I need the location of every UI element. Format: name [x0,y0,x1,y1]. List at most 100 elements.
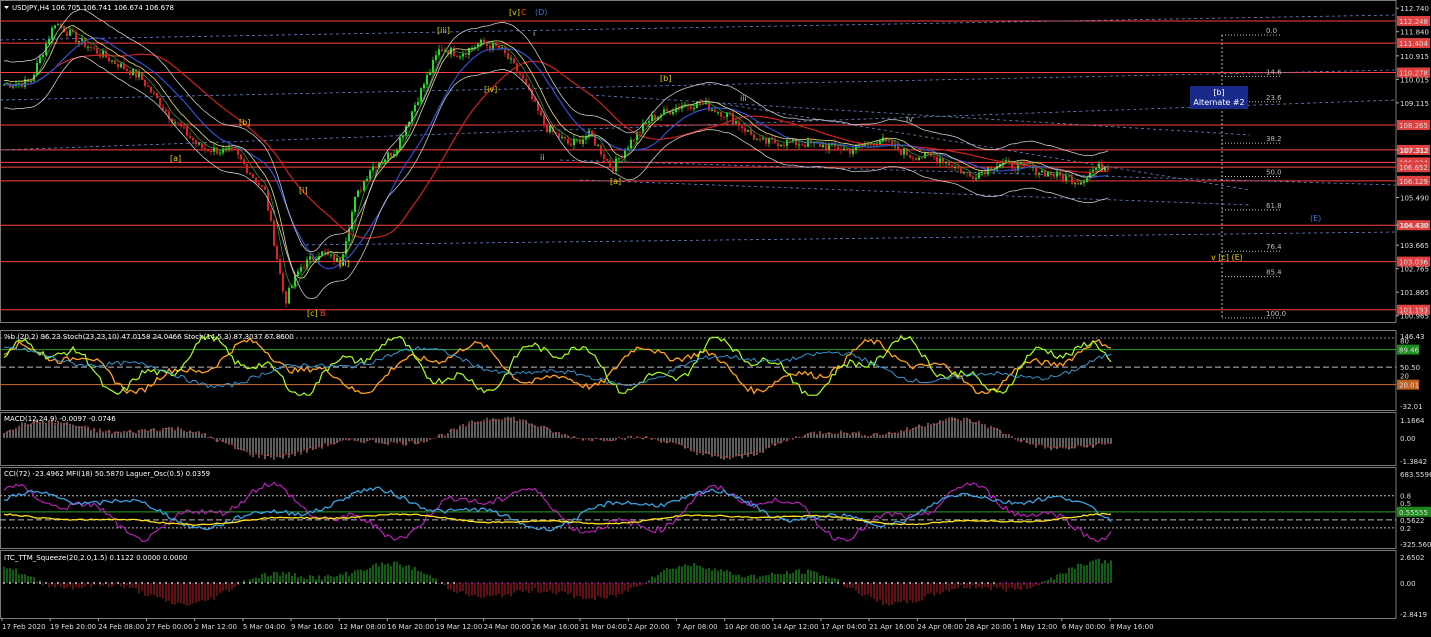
squeeze-dot [645,582,647,584]
time-axis-label: 8 May 16:00 [1110,623,1154,631]
squeeze-dot [423,582,425,584]
elliott-wave-label: [iii] [437,26,450,35]
ttm-squeeze-pane[interactable]: ITC_TTM_Squeeze(20,2.0,1.5) 0.1122 0.000… [0,550,1428,620]
squeeze-dot [909,582,911,584]
chart-canvas[interactable]: USDJPY,H4 106.705 106.741 106.674 106.67… [0,0,1431,633]
percent-b-line[interactable] [3,345,1112,389]
trend-channel-line[interactable] [579,179,1251,206]
squeeze-dot [339,582,341,584]
cci-pane[interactable]: CCI(72) -23.4962 MFI(18) 50.5870 Laguer_… [0,467,1431,550]
candle-body [486,43,488,46]
candle-body [579,139,581,144]
candle-body [156,93,158,98]
macd-pane[interactable]: MACD(12,24,9) -0.0097 -0.0746 1.1664 0.00 -… [0,412,1428,467]
elliott-wave-label: B [320,309,326,318]
moving-average-slow[interactable] [3,53,1108,239]
squeeze-dot [81,582,83,584]
squeeze-dot [129,582,131,584]
candle-body [144,80,146,87]
candle-body [345,241,347,255]
price-axis-label: 102.765 [1400,266,1429,274]
squeeze-dot [837,582,839,584]
squeeze-dot [159,582,161,584]
candle-body [360,190,362,192]
squeeze-dot [99,582,101,584]
squeeze-dot [21,582,23,584]
stochastic-fast-line[interactable] [3,334,1112,396]
candle-body [174,122,176,124]
candle-body [738,121,740,127]
fibonacci-level-label: 100.0 [1266,310,1286,318]
trend-channel-line[interactable] [0,69,1397,101]
squeeze-dot [579,582,581,584]
candle-body [672,111,674,114]
candle-body [246,164,248,173]
candle-body [279,259,281,274]
time-axis-label: 14 Apr 12:00 [773,623,819,631]
macd-axis-label: 1.1664 [1400,417,1425,425]
squeeze-dot [1023,582,1025,584]
symbol-label: USDJPY,H4 106.705 106.741 106.674 106.67… [12,4,174,12]
price-pane[interactable]: USDJPY,H4 106.705 106.741 106.674 106.67… [0,0,1430,323]
collapse-icon[interactable] [4,6,9,9]
trading-chart-window[interactable]: USDJPY,H4 106.705 106.741 106.674 106.67… [0,0,1431,633]
squeeze-dot [903,582,905,584]
candle-body [78,40,80,43]
squeeze-dot [231,582,233,584]
squeeze-dot [717,582,719,584]
cci-axis-label: 0.5622 [1400,517,1425,525]
time-axis-label: 12 Mar 08:00 [339,623,386,631]
candle-body [255,177,257,183]
price-axis-label: 105.490 [1400,195,1429,203]
trend-channel-line[interactable] [299,231,1397,246]
candle-body [93,47,95,49]
squeeze-dot [1053,582,1055,584]
candle-body [390,152,392,157]
candle-body [69,30,71,36]
stoch-axis-label: 80 [1400,338,1409,346]
price-axis-label: 109.115 [1400,100,1429,108]
squeeze-dot [765,582,767,584]
pane-frame [0,0,1397,323]
trend-channel-line[interactable] [699,99,1251,191]
candle-body [117,63,119,68]
squeeze-dot [867,582,869,584]
candle-body [1053,175,1055,177]
candle-body [648,121,650,123]
squeeze-dot [921,582,923,584]
stochastic-pane[interactable]: %b (20,2) 96.23 Stoch(23,23,10) 47.0158 … [0,330,1425,412]
time-axis-label: 27 Feb 00:00 [147,623,193,631]
time-axis-label: 16 Mar 20:00 [387,623,434,631]
candle-body [567,138,569,144]
candle-body [87,46,89,48]
candle-body [1020,162,1022,164]
candle-body [237,149,239,155]
candle-body [534,99,536,102]
time-axis-label: 28 Apr 20:00 [965,623,1011,631]
squeeze-dot [639,582,641,584]
squeeze-dot [387,582,389,584]
ttm-axis-label: 0.00 [1400,580,1416,588]
candle-body [978,172,980,179]
bollinger-upper[interactable] [3,8,1109,252]
squeeze-dot [987,582,989,584]
squeeze-dot [471,582,473,584]
trend-channel-line[interactable] [0,14,1397,41]
macd-signal-line[interactable] [3,418,1112,459]
squeeze-dot [273,582,275,584]
squeeze-dot [225,582,227,584]
candle-body [1095,168,1097,170]
time-axis-label: 24 Feb 08:00 [98,623,144,631]
bollinger-lower[interactable] [3,55,1109,300]
candle-body [264,186,266,190]
squeeze-dot [393,582,395,584]
candles[interactable] [3,21,1109,308]
squeeze-dot [783,582,785,584]
cci-axis-label: 0.2 [1400,525,1411,533]
time-axis-label: 31 Mar 04:00 [580,623,627,631]
squeeze-dot [939,582,941,584]
squeeze-dot [459,582,461,584]
candle-body [573,139,575,146]
candle-body [183,126,185,128]
candle-body [915,158,917,161]
